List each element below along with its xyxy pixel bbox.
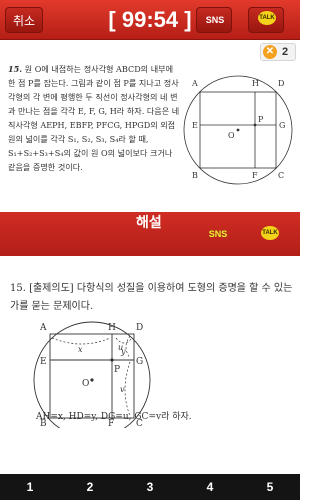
solution-heading: 15. [출제의도] 다항식의 성질을 이용하여 도형의 증명을 할 수 있는가… xyxy=(10,283,293,312)
label-G: G xyxy=(279,121,285,130)
sol-label-G: G xyxy=(136,357,143,367)
x-badge-icon: ✕ xyxy=(263,45,277,59)
problem-statement: 원 O에 내접하는 정사각형 ABCD의 내부에 한 점 P를 잡는다. 그림과… xyxy=(8,64,180,172)
explanation-sns-button[interactable]: SNS xyxy=(204,222,232,246)
problem-number: 15. xyxy=(8,64,23,74)
sol-label-O: O xyxy=(82,379,89,389)
label-C: C xyxy=(278,171,284,180)
label-P: P xyxy=(258,115,264,124)
sol-label-u: u xyxy=(118,343,123,352)
problem-figure: A H D E P O B F C G xyxy=(183,75,293,185)
solution-footer: AH=x, HD=y, DG=u, GC=v라 하자. xyxy=(36,412,192,422)
top-bar: 취소 [ 99:54 ] SNS TALK xyxy=(0,0,300,40)
sol-label-H: H xyxy=(108,323,116,333)
page-navigation: 1 2 3 4 5 xyxy=(0,474,300,500)
status-strip: ✕ 2 xyxy=(0,40,300,62)
problem-panel: 15. 원 O에 내접하는 정사각형 ABCD의 내부에 한 점 P를 잡는다.… xyxy=(0,62,300,212)
explanation-title: 해설 xyxy=(136,214,162,230)
explanation-bar: 해설 SNS TALK xyxy=(0,212,300,256)
label-A: A xyxy=(191,79,198,88)
sol-label-v: v xyxy=(120,385,125,394)
page-5-button[interactable]: 5 xyxy=(240,474,300,500)
talk-share-button[interactable]: TALK xyxy=(248,7,284,33)
label-D: D xyxy=(278,79,284,88)
timer-display: [ 99:54 ] xyxy=(108,7,192,32)
problem-text: 15. 원 O에 내접하는 정사각형 ABCD의 내부에 한 점 P를 잡는다.… xyxy=(8,62,180,174)
page-3-button[interactable]: 3 xyxy=(120,474,180,500)
sol-label-A: A xyxy=(39,323,47,333)
label-B: B xyxy=(192,171,198,180)
label-H: H xyxy=(252,79,259,88)
page-4-button[interactable]: 4 xyxy=(180,474,240,500)
talk-icon: TALK xyxy=(258,11,276,25)
explanation-talk-button[interactable]: TALK xyxy=(256,222,284,246)
cancel-button[interactable]: 취소 xyxy=(5,7,43,33)
sns-icon: SNS xyxy=(205,15,225,25)
label-O: O xyxy=(228,131,235,140)
label-F: F xyxy=(252,171,258,180)
sol-label-D: D xyxy=(136,323,143,333)
label-E: E xyxy=(192,121,198,130)
wrong-count-value: 2 xyxy=(282,46,289,58)
page-2-button[interactable]: 2 xyxy=(60,474,120,500)
sol-label-x: x xyxy=(78,345,83,354)
sns-icon: SNS xyxy=(208,229,228,239)
sol-label-E: E xyxy=(40,357,47,367)
solution-panel: 15. [출제의도] 다항식의 성질을 이용하여 도형의 증명을 할 수 있는가… xyxy=(0,256,300,466)
page-1-button[interactable]: 1 xyxy=(0,474,60,500)
wrong-count-badge: ✕ 2 xyxy=(260,43,296,61)
talk-icon: TALK xyxy=(261,226,279,240)
sns-share-button[interactable]: SNS xyxy=(196,7,232,33)
sol-label-P: P xyxy=(114,365,120,375)
